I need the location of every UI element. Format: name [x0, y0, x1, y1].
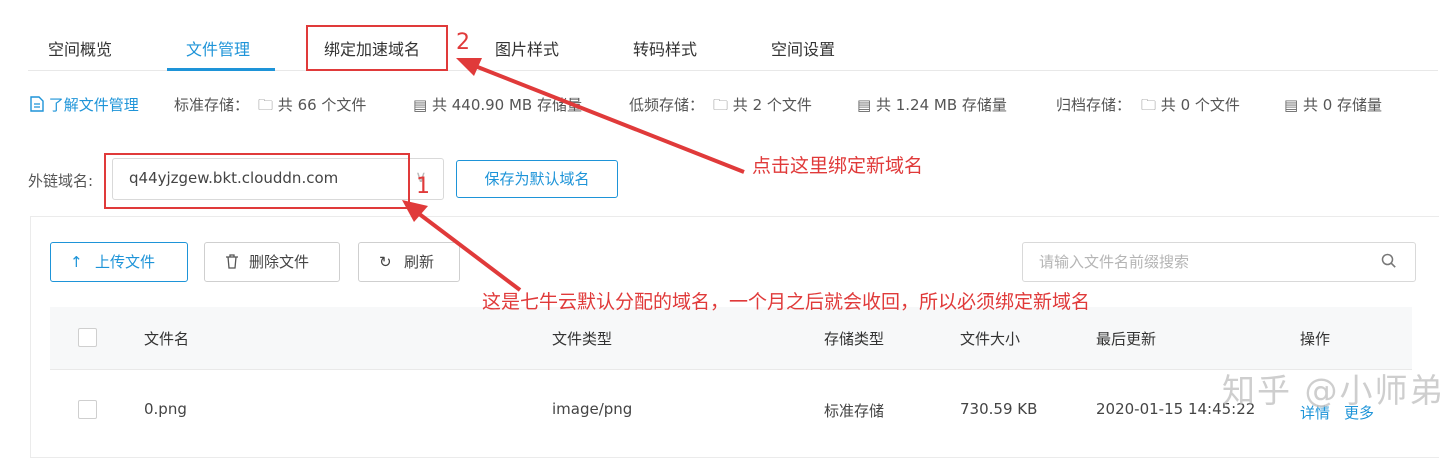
archive-size: ▤ 共 0 存储量: [1284, 94, 1382, 115]
annotation-box-domain: [104, 153, 410, 209]
infrequent-files: 🗀 共 2 个文件: [713, 94, 812, 120]
infrequent-files-count: 共 2 个文件: [732, 96, 812, 114]
archive-files: 🗀 共 0 个文件: [1141, 94, 1240, 120]
learn-link-label: 了解文件管理: [48, 96, 139, 114]
learn-file-management-link[interactable]: 了解文件管理: [30, 94, 139, 115]
archive-files-count: 共 0 个文件: [1160, 96, 1240, 114]
arrow-up-icon: ↑: [70, 253, 83, 271]
upload-label: 上传文件: [95, 253, 156, 271]
refresh-button[interactable]: ↻ 刷新: [358, 242, 460, 282]
delete-label: 删除文件: [249, 253, 310, 271]
file-name[interactable]: 0.png: [144, 400, 187, 418]
tab-image-styles[interactable]: 图片样式: [495, 36, 559, 60]
storage-icon: ▤: [1284, 96, 1299, 114]
column-header-name[interactable]: 文件名: [144, 328, 189, 349]
annotation-note-default-domain: 这是七牛云默认分配的域名，一个月之后就会收回，所以必须绑定新域名: [482, 291, 1091, 313]
annotation-arrow-to-tab: [456, 58, 745, 174]
annotation-number-2: 2: [456, 30, 470, 55]
file-size: 730.59 KB: [960, 400, 1038, 418]
document-icon: [30, 96, 44, 112]
upload-file-button[interactable]: ↑ 上传文件: [50, 242, 188, 282]
external-domain-label: 外链域名:: [28, 172, 94, 190]
save-default-domain-button[interactable]: 保存为默认域名: [456, 160, 618, 198]
search-input[interactable]: [1037, 252, 1371, 272]
refresh-label: 刷新: [404, 253, 435, 271]
standard-size: ▤ 共 440.90 MB 存储量: [413, 94, 582, 115]
folder-icon: 🗀: [1141, 96, 1157, 114]
search-icon[interactable]: [1381, 252, 1397, 270]
standard-storage-label: 标准存储：: [174, 96, 250, 114]
table-header: [50, 307, 1412, 370]
tab-space-settings[interactable]: 空间设置: [771, 36, 835, 60]
storage-icon: ▤: [413, 96, 428, 114]
trash-icon: [226, 254, 238, 269]
zhihu-watermark: 知乎 @小师弟: [1222, 371, 1440, 410]
standard-size-value: 共 440.90 MB 存储量: [431, 96, 582, 114]
search-box[interactable]: [1022, 242, 1416, 282]
column-header-size[interactable]: 文件大小: [960, 328, 1020, 349]
delete-file-button[interactable]: 删除文件: [204, 242, 340, 282]
column-header-actions: 操作: [1300, 330, 1331, 348]
folder-icon: 🗀: [258, 96, 274, 114]
standard-files: 🗀 共 66 个文件: [258, 94, 366, 120]
column-header-type: 文件类型: [552, 330, 613, 348]
annotation-number-1: 1: [416, 174, 430, 199]
column-header-storage: 存储类型: [824, 330, 885, 348]
file-type: image/png: [552, 400, 633, 418]
tab-file-management[interactable]: 文件管理: [186, 36, 250, 60]
annotation-box-bind-domain-tab: [306, 25, 448, 71]
select-all-checkbox[interactable]: [78, 328, 97, 347]
infrequent-size: ▤ 共 1.24 MB 存储量: [857, 94, 1007, 115]
archive-storage-label: 归档存储：: [1056, 96, 1132, 114]
column-header-updated[interactable]: 最后更新: [1096, 328, 1156, 349]
row-checkbox[interactable]: [78, 400, 97, 419]
folder-icon: 🗀: [713, 96, 729, 114]
annotation-note-bind-domain: 点击这里绑定新域名: [752, 155, 924, 177]
infrequent-size-value: 共 1.24 MB 存储量: [875, 96, 1007, 114]
standard-files-count: 共 66 个文件: [277, 96, 367, 114]
archive-size-value: 共 0 存储量: [1302, 96, 1383, 114]
refresh-icon: ↻: [379, 253, 392, 271]
tab-overview[interactable]: 空间概览: [48, 36, 112, 60]
storage-type: 标准存储: [824, 402, 885, 420]
storage-icon: ▤: [857, 96, 872, 114]
active-tab-indicator: [167, 68, 275, 71]
infrequent-storage-label: 低频存储：: [629, 96, 705, 114]
tab-transcode-styles[interactable]: 转码样式: [633, 36, 697, 60]
